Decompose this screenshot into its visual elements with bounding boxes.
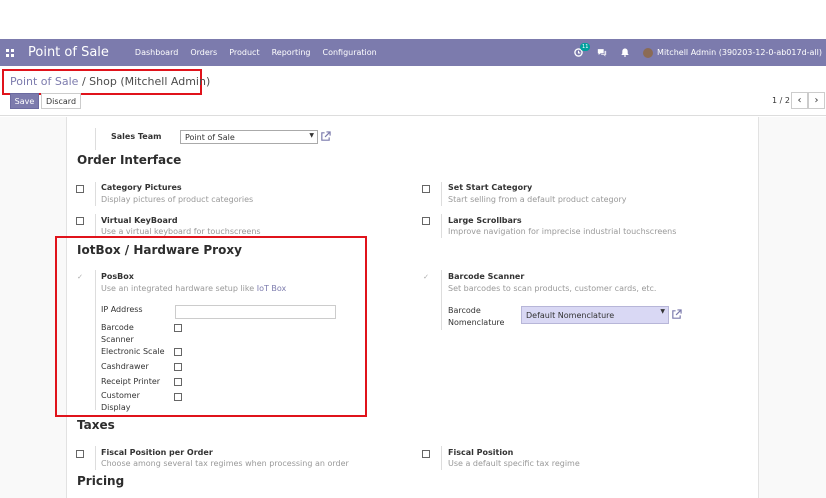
pager-previous-button[interactable]: ‹ <box>791 92 808 109</box>
pricing-title: Pricing <box>77 474 125 488</box>
divider <box>95 270 96 410</box>
apps-menu-icon[interactable] <box>6 48 14 57</box>
receipt-printer-label: Receipt Printer <box>101 377 161 386</box>
electronic-scale-label: Electronic Scale <box>101 347 165 356</box>
menu-reporting[interactable]: Reporting <box>272 48 311 57</box>
barcode-scanner-field-checkbox[interactable] <box>174 324 182 332</box>
app-name[interactable]: Point of Sale <box>28 45 109 60</box>
set-start-category-checkbox[interactable] <box>422 185 430 193</box>
barcode-scanner-label: Barcode Scanner <box>448 272 525 281</box>
barcode-scanner-field-label: Barcode Scanner <box>101 322 134 346</box>
breadcrumb-current: Shop (Mitchell Admin) <box>89 75 211 88</box>
caret-down-icon: ▼ <box>660 308 665 315</box>
customer-display-label-line1: Customer <box>101 391 140 400</box>
check-icon: ✓ <box>77 273 83 281</box>
breadcrumb: Point of Sale / Shop (Mitchell Admin) <box>2 69 210 95</box>
receipt-printer-checkbox[interactable] <box>174 378 182 386</box>
sales-team-value: Point of Sale <box>185 133 235 142</box>
activity-badge: 11 <box>580 43 591 51</box>
divider <box>95 214 96 238</box>
barcode-scanner-label-line1: Barcode <box>101 323 134 332</box>
systray: 11 Mitchell Admin (390203-12-0-ab017d-al… <box>574 39 826 66</box>
order-interface-title: Order Interface <box>77 153 182 167</box>
fiscal-position-help: Use a default specific tax regime <box>448 459 580 468</box>
pager-value[interactable]: 1 / 2 <box>772 96 790 105</box>
discard-button[interactable]: Discard <box>41 93 81 109</box>
barcode-scanner-checkbox[interactable]: ✓ <box>422 273 430 281</box>
main-navbar: Point of Sale Dashboard Orders Product R… <box>0 39 826 66</box>
divider <box>95 128 96 150</box>
barcode-nomenclature-label-line2: Nomenclature <box>448 318 505 327</box>
ip-address-input[interactable] <box>175 305 336 319</box>
posbox-label: PosBox <box>101 272 134 281</box>
external-link-icon[interactable] <box>671 309 682 320</box>
chevron-left-icon: ‹ <box>797 95 802 106</box>
barcode-nomenclature-select[interactable]: Default Nomenclature ▼ <box>521 306 669 324</box>
menu-product[interactable]: Product <box>229 48 259 57</box>
barcode-scanner-label-line2: Scanner <box>101 335 134 344</box>
category-pictures-label: Category Pictures <box>101 183 182 192</box>
posbox-checkbox[interactable]: ✓ <box>76 273 84 281</box>
fiscal-position-checkbox[interactable] <box>422 450 430 458</box>
sales-team-select[interactable]: Point of Sale ▼ <box>180 130 318 144</box>
taxes-title: Taxes <box>77 418 115 432</box>
customer-display-label-line2: Display <box>101 403 131 412</box>
external-link-icon[interactable] <box>320 131 331 142</box>
divider <box>441 270 442 330</box>
large-scrollbars-label: Large Scrollbars <box>448 216 522 225</box>
fiscal-position-label: Fiscal Position <box>448 448 514 457</box>
caret-down-icon: ▼ <box>309 132 314 139</box>
cashdrawer-checkbox[interactable] <box>174 363 182 371</box>
virtual-keyboard-checkbox[interactable] <box>76 217 84 225</box>
chevron-right-icon: › <box>814 95 819 106</box>
ip-address-label: IP Address <box>101 305 143 314</box>
virtual-keyboard-help: Use a virtual keyboard for touchscreens <box>101 227 261 236</box>
barcode-scanner-help: Set barcodes to scan products, customer … <box>448 284 657 293</box>
main-menu: Dashboard Orders Product Reporting Confi… <box>135 48 377 57</box>
large-scrollbars-checkbox[interactable] <box>422 217 430 225</box>
bell-icon[interactable] <box>621 48 629 57</box>
cashdrawer-label: Cashdrawer <box>101 362 149 371</box>
menu-configuration[interactable]: Configuration <box>322 48 376 57</box>
electronic-scale-checkbox[interactable] <box>174 348 182 356</box>
user-menu[interactable]: Mitchell Admin (390203-12-0-ab017d-all) <box>657 48 822 57</box>
category-pictures-help: Display pictures of product categories <box>101 195 254 204</box>
divider <box>95 182 96 206</box>
control-panel: Point of Sale / Shop (Mitchell Admin) Sa… <box>0 66 826 116</box>
menu-orders[interactable]: Orders <box>190 48 217 57</box>
save-button[interactable]: Save <box>10 93 39 109</box>
breadcrumb-parent[interactable]: Point of Sale <box>10 75 78 88</box>
fiscal-position-per-order-checkbox[interactable] <box>76 450 84 458</box>
divider <box>441 214 442 238</box>
iot-box-link[interactable]: IoT Box <box>257 284 287 293</box>
check-icon: ✓ <box>423 273 429 281</box>
user-avatar[interactable] <box>643 47 654 58</box>
menu-dashboard[interactable]: Dashboard <box>135 48 178 57</box>
barcode-nomenclature-label-line1: Barcode <box>448 306 481 315</box>
fiscal-position-per-order-label: Fiscal Position per Order <box>101 448 213 457</box>
breadcrumb-separator: / <box>78 75 90 88</box>
set-start-category-label: Set Start Category <box>448 183 533 192</box>
pager-next-button[interactable]: › <box>808 92 825 109</box>
fiscal-position-per-order-help: Choose among several tax regimes when pr… <box>101 459 349 468</box>
divider <box>441 182 442 206</box>
barcode-nomenclature-label: Barcode Nomenclature <box>448 305 504 329</box>
discuss-icon[interactable] <box>597 48 607 57</box>
activity-icon[interactable]: 11 <box>574 43 591 57</box>
large-scrollbars-help: Improve navigation for imprecise industr… <box>448 227 677 236</box>
customer-display-label: Customer Display <box>101 390 140 414</box>
category-pictures-checkbox[interactable] <box>76 185 84 193</box>
posbox-help-text: Use an integrated hardware setup like <box>101 284 257 293</box>
divider <box>95 446 96 470</box>
sales-team-label: Sales Team <box>111 132 162 141</box>
iot-box-title: IotBox / Hardware Proxy <box>77 243 242 257</box>
posbox-help: Use an integrated hardware setup like Io… <box>101 284 286 293</box>
set-start-category-help: Start selling from a default product cat… <box>448 195 627 204</box>
divider <box>441 446 442 470</box>
virtual-keyboard-label: Virtual KeyBoard <box>101 216 178 225</box>
customer-display-checkbox[interactable] <box>174 393 182 401</box>
barcode-nomenclature-value: Default Nomenclature <box>526 311 615 320</box>
